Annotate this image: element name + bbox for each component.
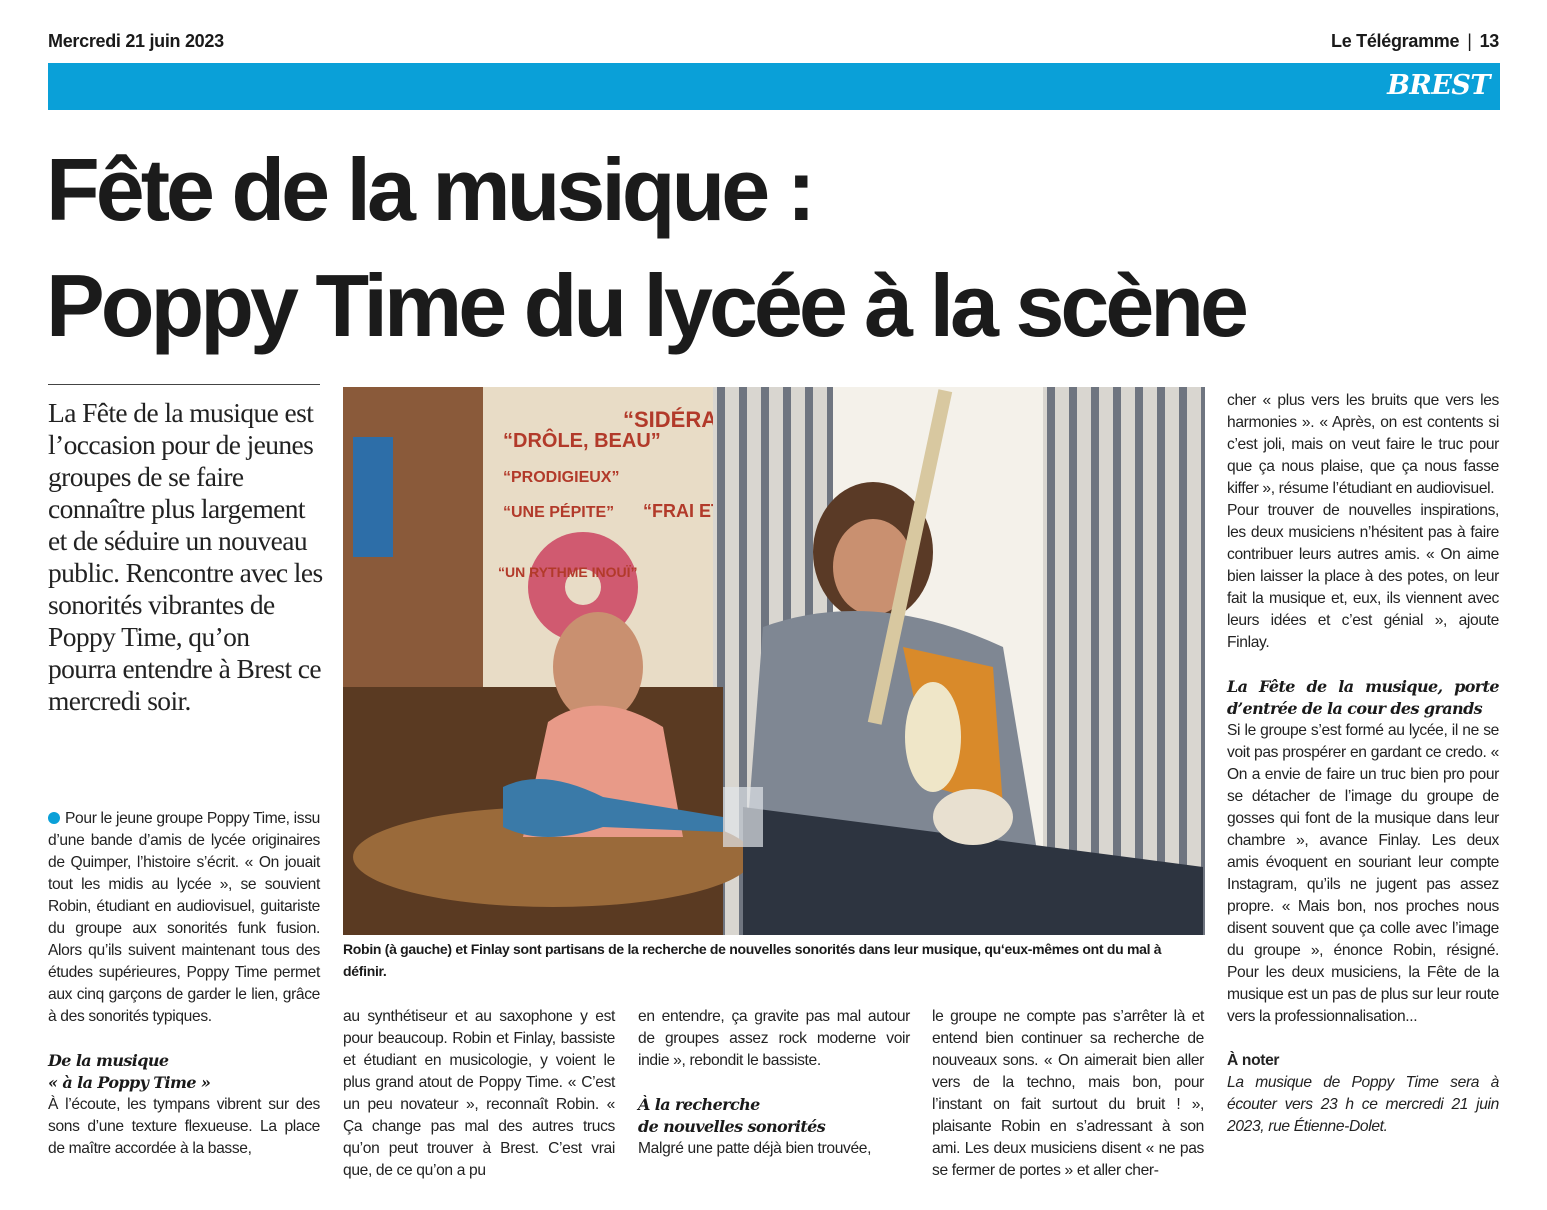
column-2: au synthétiseur et au saxophone y est po… xyxy=(343,1006,615,1182)
paragraph-text: Pour le jeune groupe Poppy Time, issu d’… xyxy=(48,810,320,1025)
poster-text: “PRODIGIEUX” xyxy=(503,469,619,486)
page-number: 13 xyxy=(1479,31,1500,51)
subheading-line: de nouvelles sonorités xyxy=(638,1117,826,1136)
photo-caption: Robin (à gauche) et Finlay sont partisan… xyxy=(343,941,1162,979)
column-1: Pour le jeune groupe Poppy Time, issu d’… xyxy=(48,808,320,1160)
headline-line-2: Poppy Time du lycée à la scène xyxy=(46,256,1249,355)
paragraph: cher « plus vers les bruits que vers les… xyxy=(1227,392,1499,497)
subheading: De la musique « à la Poppy Time » xyxy=(48,1050,320,1094)
paragraph: Pour trouver de nouvelles inspirations, … xyxy=(1227,502,1499,651)
column-4: le groupe ne compte pas s’arrêter là et … xyxy=(932,1006,1204,1182)
note-title: À noter xyxy=(1227,1052,1280,1069)
separator: | xyxy=(1467,31,1472,51)
photo-illustration: “DRÔLE, BEAU” “SIDÉRAN” “PRODIGIEUX” “UN… xyxy=(343,387,1205,935)
subheading-line: De la musique xyxy=(48,1051,169,1070)
bullet-dot-icon xyxy=(48,812,60,824)
section-name: BREST xyxy=(1387,70,1490,101)
paragraph: au synthétiseur et au saxophone y est po… xyxy=(343,1008,615,1179)
column-3: en entendre, ça gravite pas mal autour d… xyxy=(638,1006,910,1160)
column-5: cher « plus vers les bruits que vers les… xyxy=(1227,390,1500,1138)
subheading: À la recherche de nouvelles sonorités xyxy=(638,1094,910,1138)
paragraph: Pour le jeune groupe Poppy Time, issu d’… xyxy=(48,808,320,1028)
headline-line-1: Fête de la musique : xyxy=(46,140,816,239)
article-intro: La Fête de la musique est l’occasion pou… xyxy=(48,397,323,716)
paragraph: Malgré une patte déjà bien trouvée, xyxy=(638,1140,872,1157)
note-text: La musique de Poppy Time sera à écouter … xyxy=(1227,1074,1499,1135)
poster-text: “UNE PÉPITE” xyxy=(503,502,614,521)
paragraph: en entendre, ça gravite pas mal autour d… xyxy=(638,1008,910,1069)
publication-name: Le Télégramme xyxy=(1331,31,1460,51)
section-band: BREST xyxy=(48,63,1500,110)
paragraph: À l’écoute, les tympans vibrent sur des … xyxy=(48,1096,320,1157)
subheading: La Fête de la musique, porte d’entrée de… xyxy=(1227,677,1500,718)
issue-date: Mercredi 21 juin 2023 xyxy=(48,31,224,51)
subheading-line: « à la Poppy Time » xyxy=(48,1073,211,1092)
paragraph: le groupe ne compte pas s’arrêter là et … xyxy=(932,1008,1204,1179)
paragraph: Si le groupe s’est formé au lycée, il ne… xyxy=(1227,722,1499,1025)
poster-text: “UN RYTHME INOUÏ” xyxy=(498,564,637,580)
article-photo: “DRÔLE, BEAU” “SIDÉRAN” “PRODIGIEUX” “UN… xyxy=(343,387,1205,935)
subheading-line: À la recherche xyxy=(638,1095,760,1114)
divider xyxy=(48,384,320,385)
headline: Fête de la musique : Poppy Time du lycée… xyxy=(46,132,1249,364)
masthead: Le Télégramme | 13 xyxy=(1331,31,1499,52)
